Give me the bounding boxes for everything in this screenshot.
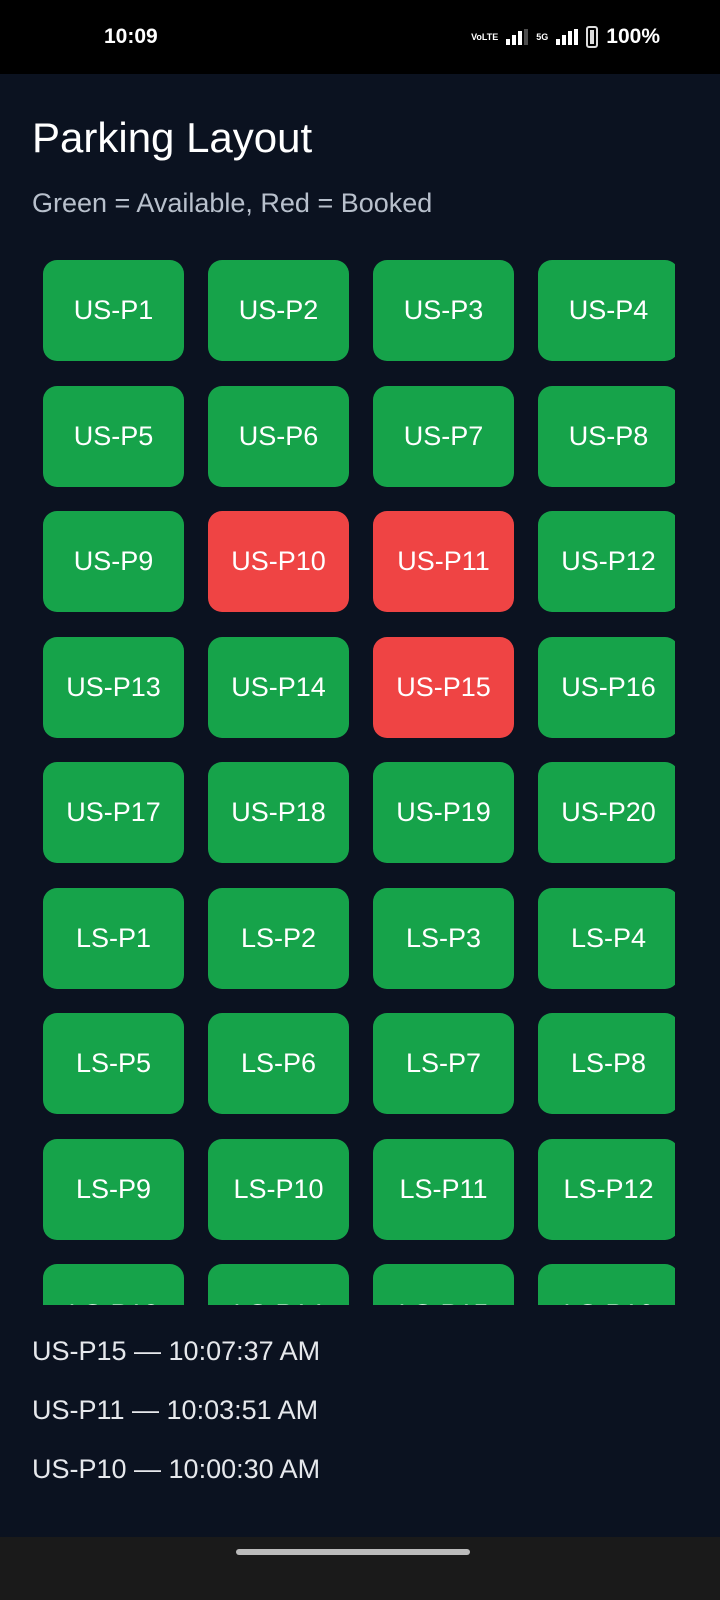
- parking-spot-us-p13[interactable]: US-P13: [43, 636, 184, 738]
- signal-icon: [506, 29, 529, 45]
- history-item: US-P10 — 10:00:30 AM: [32, 1454, 321, 1484]
- parking-spot-us-p5[interactable]: US-P5: [43, 385, 184, 487]
- parking-spot-us-p7[interactable]: US-P7: [373, 385, 514, 487]
- parking-spot-ls-p14[interactable]: LS-P14: [208, 1264, 349, 1305]
- parking-spot-us-p4[interactable]: US-P4: [538, 260, 675, 361]
- network-type: 5G: [536, 31, 549, 42]
- parking-spot-ls-p4[interactable]: LS-P4: [538, 887, 675, 989]
- parking-spot-ls-p9[interactable]: LS-P9: [43, 1138, 184, 1240]
- history-item: US-P11 — 10:03:51 AM: [32, 1395, 319, 1425]
- status-bar: 10:09 VoLTE 5G 100%: [0, 0, 720, 74]
- parking-spot-ls-p5[interactable]: LS-P5: [43, 1013, 184, 1114]
- parking-spot-us-p8[interactable]: US-P8: [538, 385, 675, 487]
- signal-icon-2: [556, 29, 579, 45]
- battery-percent: 100%: [606, 25, 660, 48]
- parking-spot-us-p14[interactable]: US-P14: [208, 636, 349, 738]
- parking-spot-us-p3[interactable]: US-P3: [373, 260, 514, 361]
- legend-text: Green = Available, Red = Booked: [32, 188, 433, 218]
- parking-spot-ls-p15[interactable]: LS-P15: [373, 1264, 514, 1305]
- parking-spot-us-p10[interactable]: US-P10: [208, 511, 349, 612]
- parking-spot-ls-p13[interactable]: LS-P13: [43, 1264, 184, 1305]
- volte-icon: VoLTE: [471, 31, 499, 42]
- parking-spot-us-p17[interactable]: US-P17: [43, 762, 184, 863]
- parking-spot-ls-p1[interactable]: LS-P1: [43, 887, 184, 989]
- clock: 10:09: [104, 25, 158, 48]
- parking-spot-ls-p6[interactable]: LS-P6: [208, 1013, 349, 1114]
- parking-spot-us-p9[interactable]: US-P9: [43, 511, 184, 612]
- history-item: US-P15 — 10:07:37 AM: [32, 1336, 321, 1366]
- parking-spot-ls-p3[interactable]: LS-P3: [373, 887, 514, 989]
- parking-spot-us-p2[interactable]: US-P2: [208, 260, 349, 361]
- parking-spot-us-p12[interactable]: US-P12: [538, 511, 675, 612]
- parking-spot-ls-p11[interactable]: LS-P11: [373, 1138, 514, 1240]
- parking-spot-us-p18[interactable]: US-P18: [208, 762, 349, 863]
- home-indicator[interactable]: [236, 1549, 470, 1555]
- parking-spot-us-p16[interactable]: US-P16: [538, 636, 675, 738]
- parking-spot-us-p11[interactable]: US-P11: [373, 511, 514, 612]
- parking-spot-ls-p10[interactable]: LS-P10: [208, 1138, 349, 1240]
- parking-spot-us-p1[interactable]: US-P1: [43, 260, 184, 361]
- battery-icon: [586, 26, 599, 48]
- parking-spot-us-p6[interactable]: US-P6: [208, 385, 349, 487]
- parking-spot-us-p19[interactable]: US-P19: [373, 762, 514, 863]
- parking-spot-ls-p16[interactable]: LS-P16: [538, 1264, 675, 1305]
- parking-spot-ls-p8[interactable]: LS-P8: [538, 1013, 675, 1114]
- parking-spot-ls-p12[interactable]: LS-P12: [538, 1138, 675, 1240]
- page-title: Parking Layout: [32, 114, 313, 161]
- parking-spot-us-p20[interactable]: US-P20: [538, 762, 675, 863]
- parking-spot-us-p15[interactable]: US-P15: [373, 636, 514, 738]
- parking-grid[interactable]: US-P1 US-P2 US-P3 US-P4 US-P5 US-P6 US-P7 US-P8…: [43, 260, 675, 1305]
- navigation-bar: [0, 1537, 720, 1600]
- parking-spot-ls-p7[interactable]: LS-P7: [373, 1013, 514, 1114]
- parking-spot-ls-p2[interactable]: LS-P2: [208, 887, 349, 989]
